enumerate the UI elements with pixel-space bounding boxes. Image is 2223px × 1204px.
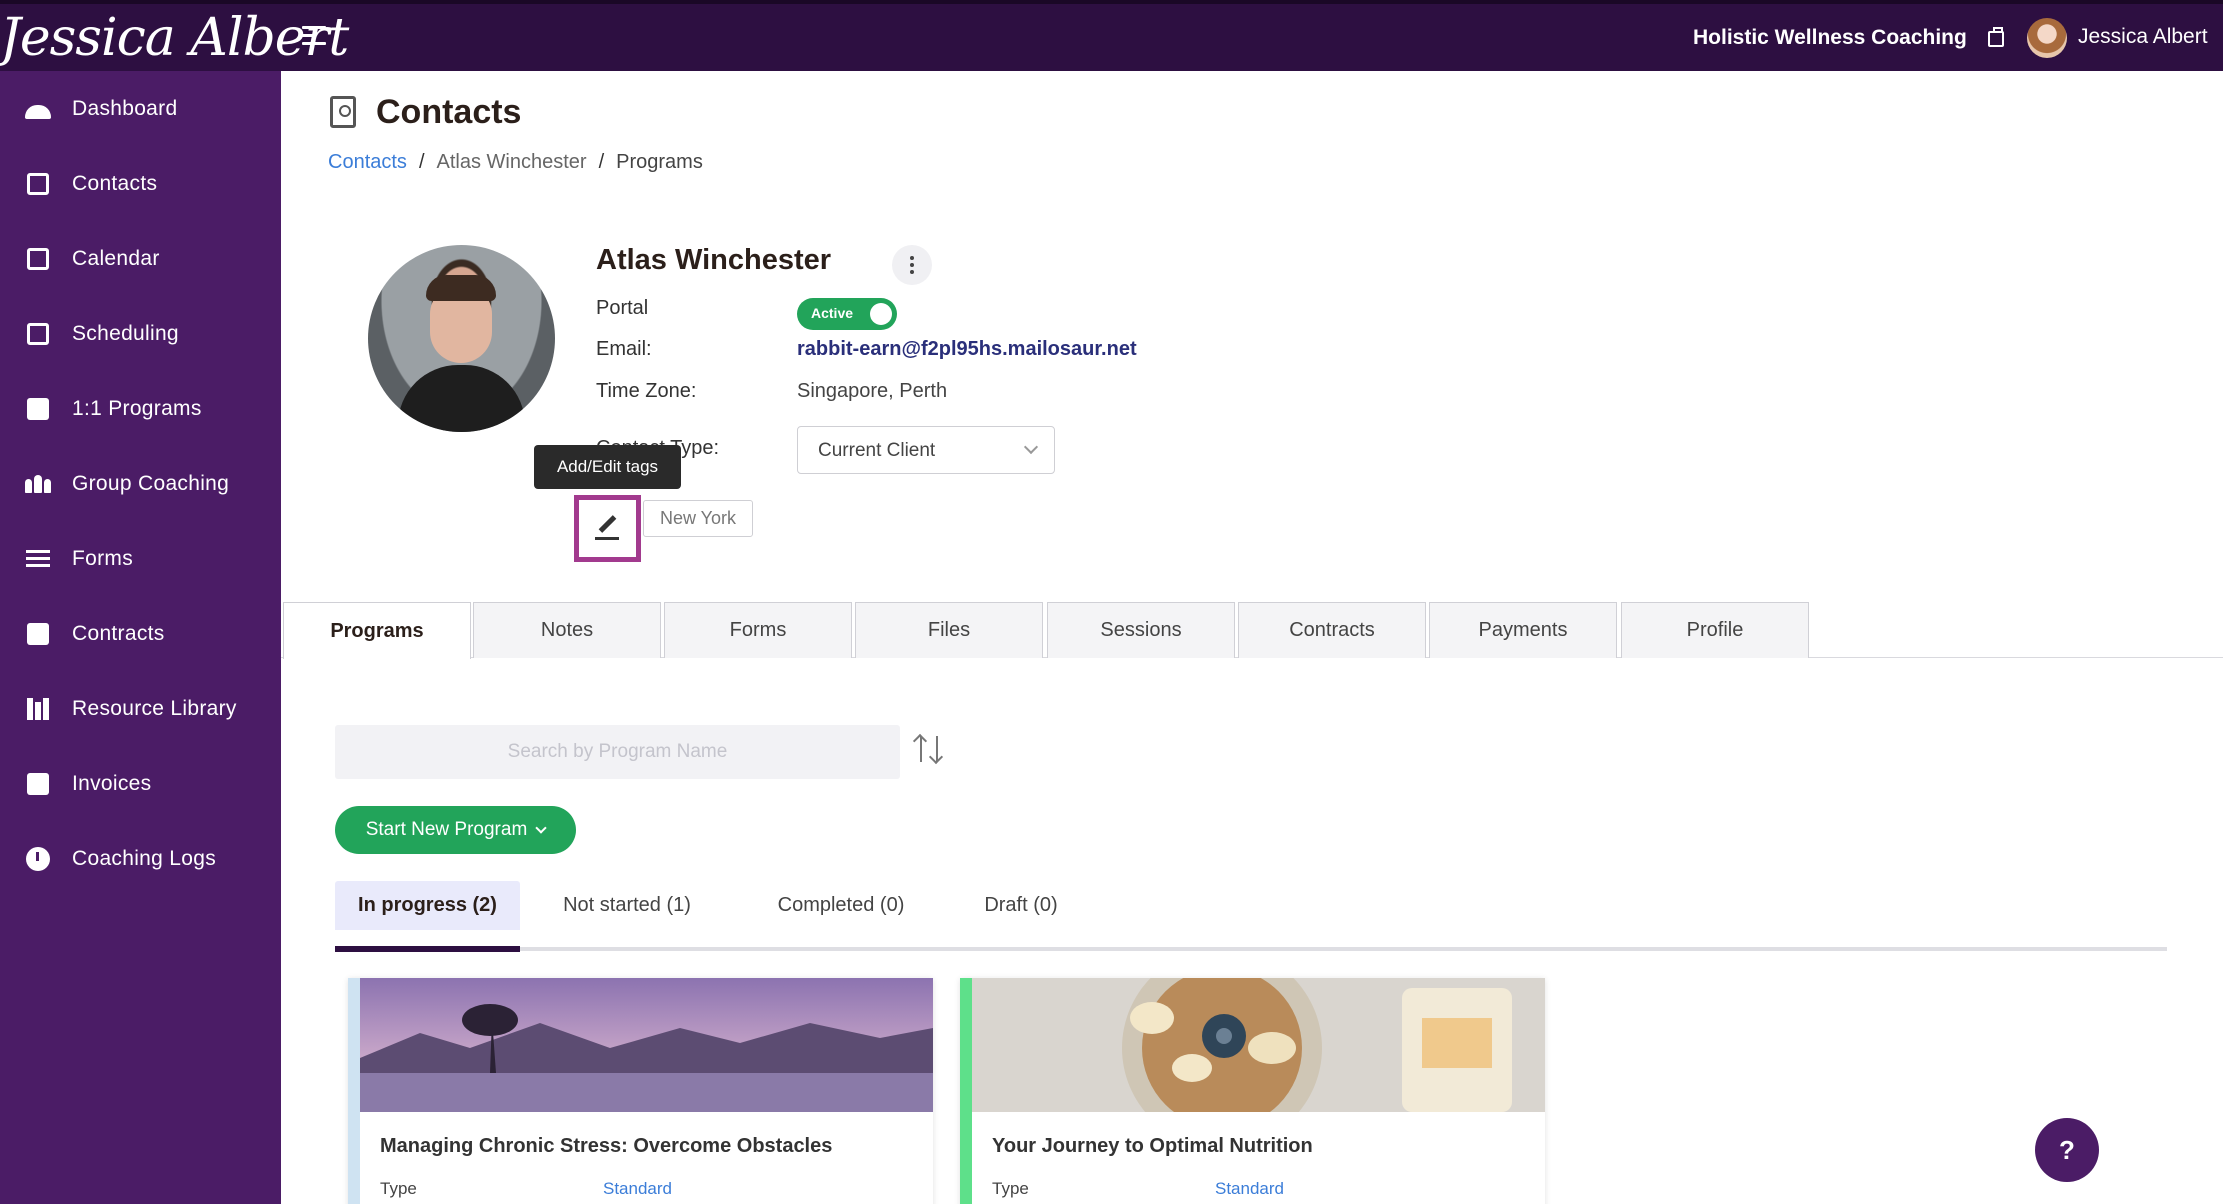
- program-type-value: Standard: [1215, 1179, 1284, 1198]
- card-accent-bar: [348, 978, 360, 1204]
- status-tab-completed[interactable]: Completed (0): [741, 881, 941, 930]
- start-new-program-button[interactable]: Start New Program: [335, 806, 576, 854]
- sidebar-item-label: Scheduling: [72, 321, 179, 345]
- calendar-icon: [25, 246, 51, 272]
- start-new-program-label: Start New Program: [365, 819, 528, 840]
- page-title: Contacts: [376, 93, 522, 131]
- status-tab-in-progress[interactable]: In progress (2): [335, 881, 520, 930]
- list-icon: [25, 546, 51, 572]
- briefcase-icon[interactable]: [1988, 27, 2004, 47]
- sidebar-item-coaching-logs[interactable]: Coaching Logs: [0, 821, 281, 896]
- business-name[interactable]: Holistic Wellness Coaching: [1693, 26, 1967, 50]
- chevron-down-icon: [1023, 439, 1039, 455]
- sidebar: Dashboard Contacts Calendar Scheduling 1…: [0, 71, 281, 1204]
- sidebar-item-label: Contracts: [72, 621, 165, 645]
- tab-notes[interactable]: Notes: [473, 602, 661, 658]
- sidebar-item-forms[interactable]: Forms: [0, 521, 281, 596]
- top-bar: Jessica Albert Holistic Wellness Coachin…: [0, 0, 2223, 71]
- contact-name: Atlas Winchester: [596, 244, 832, 276]
- breadcrumb: Contacts / Atlas Winchester / Programs: [328, 151, 703, 174]
- user-avatar[interactable]: [2027, 18, 2067, 58]
- program-title: Your Journey to Optimal Nutrition: [992, 1135, 1313, 1157]
- sidebar-item-scheduling[interactable]: Scheduling: [0, 296, 281, 371]
- breadcrumb-current: Programs: [616, 151, 703, 173]
- program-type-value: Standard: [603, 1179, 672, 1198]
- sidebar-item-calendar[interactable]: Calendar: [0, 221, 281, 296]
- sidebar-item-contacts[interactable]: Contacts: [0, 146, 281, 221]
- help-button[interactable]: ?: [2035, 1118, 2099, 1182]
- sidebar-item-label: 1:1 Programs: [72, 396, 202, 420]
- book-icon: [25, 396, 51, 422]
- main-content: Contacts Contacts / Atlas Winchester / P…: [281, 71, 2223, 1204]
- sidebar-item-label: Contacts: [72, 171, 158, 195]
- sidebar-item-programs[interactable]: 1:1 Programs: [0, 371, 281, 446]
- status-tab-indicator: [335, 946, 520, 952]
- breadcrumb-separator: /: [418, 151, 425, 173]
- sidebar-item-label: Resource Library: [72, 696, 237, 720]
- logo[interactable]: Jessica Albert: [0, 8, 349, 68]
- portal-label: Portal: [596, 297, 649, 319]
- chevron-down-icon: [535, 822, 547, 834]
- program-type-label: Type: [380, 1179, 417, 1198]
- edit-tags-button[interactable]: [574, 495, 641, 562]
- email-label: Email:: [596, 338, 652, 360]
- tag-chip: New York: [643, 500, 753, 537]
- sidebar-item-invoices[interactable]: Invoices: [0, 746, 281, 821]
- card-accent-bar: [960, 978, 972, 1204]
- timezone-label: Time Zone:: [596, 380, 697, 402]
- breadcrumb-contacts[interactable]: Contacts: [328, 151, 407, 174]
- contacts-icon: [25, 171, 51, 197]
- pencil-icon: [595, 512, 621, 540]
- tab-payments[interactable]: Payments: [1429, 602, 1617, 658]
- tab-sessions[interactable]: Sessions: [1047, 602, 1235, 658]
- status-tab-draft[interactable]: Draft (0): [961, 881, 1081, 930]
- scheduling-icon: [25, 321, 51, 347]
- sidebar-item-label: Invoices: [72, 771, 152, 795]
- contact-type-value: Current Client: [818, 440, 936, 461]
- invoice-icon: [25, 771, 51, 797]
- program-type-label: Type: [992, 1179, 1029, 1198]
- portal-toggle[interactable]: Active: [797, 298, 897, 330]
- tab-profile[interactable]: Profile: [1621, 602, 1809, 658]
- status-tab-not-started[interactable]: Not started (1): [542, 881, 712, 930]
- program-card[interactable]: Your Journey to Optimal Nutrition Type S…: [960, 978, 1545, 1204]
- portal-status: Active: [811, 305, 854, 321]
- contact-photo: [368, 245, 555, 432]
- contact-type-select[interactable]: Current Client: [797, 426, 1055, 474]
- sidebar-item-resource-library[interactable]: Resource Library: [0, 671, 281, 746]
- sidebar-item-label: Group Coaching: [72, 471, 230, 495]
- add-edit-tags-tooltip: Add/Edit tags: [534, 445, 681, 489]
- breadcrumb-separator: /: [598, 151, 605, 173]
- gauge-icon: [25, 96, 51, 122]
- program-card[interactable]: Managing Chronic Stress: Overcome Obstac…: [348, 978, 933, 1204]
- library-icon: [25, 696, 51, 722]
- breadcrumb-contact[interactable]: Atlas Winchester: [437, 151, 587, 174]
- contacts-book-icon: [330, 96, 356, 128]
- sidebar-item-label: Dashboard: [72, 96, 178, 120]
- sidebar-item-label: Calendar: [72, 246, 160, 270]
- email-link[interactable]: rabbit-earn@f2pl95hs.mailosaur.net: [797, 338, 1137, 361]
- tab-forms[interactable]: Forms: [664, 602, 852, 658]
- sort-icon[interactable]: [914, 732, 948, 768]
- user-name[interactable]: Jessica Albert: [2078, 25, 2208, 49]
- sidebar-item-label: Forms: [72, 546, 133, 570]
- more-options-icon[interactable]: [892, 245, 932, 285]
- sidebar-item-contracts[interactable]: Contracts: [0, 596, 281, 671]
- tab-contracts[interactable]: Contracts: [1238, 602, 1426, 658]
- program-image-lake: [360, 978, 933, 1112]
- contract-icon: [25, 621, 51, 647]
- program-search-input[interactable]: [335, 725, 900, 779]
- group-icon: [25, 471, 51, 497]
- tab-programs[interactable]: Programs: [283, 602, 471, 659]
- sidebar-item-label: Coaching Logs: [72, 846, 216, 870]
- tab-files[interactable]: Files: [855, 602, 1043, 658]
- timezone-value: Singapore, Perth: [797, 380, 948, 402]
- sidebar-item-dashboard[interactable]: Dashboard: [0, 71, 281, 146]
- clock-icon: [25, 846, 51, 872]
- sidebar-item-group-coaching[interactable]: Group Coaching: [0, 446, 281, 521]
- program-image-food: [972, 978, 1545, 1112]
- program-title: Managing Chronic Stress: Overcome Obstac…: [380, 1135, 833, 1157]
- menu-toggle-icon[interactable]: [302, 26, 326, 48]
- status-tabs-track: [335, 947, 2167, 951]
